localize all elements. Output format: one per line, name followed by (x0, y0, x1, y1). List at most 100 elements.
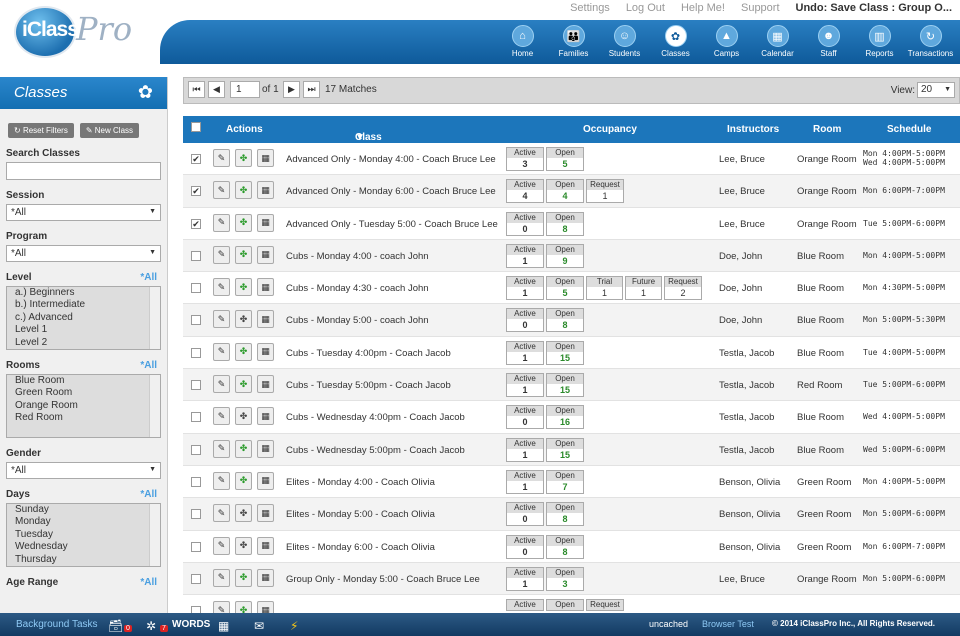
room-option[interactable]: Orange Room (11, 400, 156, 412)
edit-icon[interactable]: ✎ (213, 181, 230, 200)
students-roster-icon[interactable]: ✤ (235, 439, 252, 458)
day-option[interactable]: Sunday (11, 504, 156, 516)
row-checkbox[interactable] (191, 541, 201, 552)
support-link[interactable]: Support (741, 2, 780, 14)
settings-link[interactable]: Settings (570, 2, 610, 14)
search-classes-input[interactable] (6, 162, 161, 180)
class-name[interactable]: Cubs - Wednesday 4:00pm - Coach Jacob (286, 412, 465, 423)
row-checkbox[interactable]: ✔ (191, 218, 201, 229)
row-checkbox[interactable] (191, 509, 201, 520)
class-name[interactable]: Group Only - Monday 5:00 - Coach Bruce L… (286, 574, 480, 585)
row-checkbox[interactable] (191, 283, 201, 294)
row-checkbox[interactable]: ✔ (191, 154, 201, 164)
mail-icon[interactable]: ✉ (254, 619, 272, 635)
row-checkbox[interactable] (191, 412, 201, 423)
calendar-icon[interactable]: ▦ (257, 407, 274, 426)
row-checkbox[interactable] (191, 476, 201, 487)
level-option[interactable]: Level 1 (11, 324, 156, 336)
level-option[interactable]: c.) Advanced (11, 312, 156, 324)
calendar-icon[interactable]: ▦ (257, 536, 274, 555)
scrollbar[interactable] (149, 287, 160, 349)
words-link[interactable]: WORDS (172, 619, 210, 630)
row-checkbox[interactable] (191, 315, 201, 326)
day-option[interactable]: Monday (11, 516, 156, 528)
undo-link[interactable]: Undo: Save Class : Group O... (796, 2, 952, 14)
new-class-button[interactable]: ✎ New Class (79, 123, 140, 138)
page-input[interactable]: 1 (230, 81, 260, 98)
level-option[interactable]: Level 2 (11, 337, 156, 349)
app-logo[interactable]: iClass Pro (14, 4, 164, 62)
students-roster-icon[interactable]: ✤ (235, 310, 252, 329)
students-roster-icon[interactable]: ✤ (235, 213, 252, 232)
level-option[interactable]: a.) Beginners (11, 287, 156, 299)
last-page-icon[interactable]: ⏭ (303, 81, 320, 98)
calendar-icon[interactable]: ▦ (257, 149, 274, 167)
edit-icon[interactable]: ✎ (213, 342, 230, 361)
first-page-icon[interactable]: ⏮ (188, 81, 205, 98)
help-link[interactable]: Help Me! (681, 2, 725, 14)
nav-classes[interactable]: ✿ Classes (650, 20, 701, 58)
students-roster-icon[interactable]: ✤ (235, 407, 252, 426)
edit-icon[interactable]: ✎ (213, 245, 230, 264)
calendar-icon[interactable]: ▦ (257, 439, 274, 458)
students-roster-icon[interactable]: ✤ (235, 504, 252, 523)
calendar-icon[interactable]: ▦ (257, 310, 274, 329)
level-list[interactable]: a.) Beginners b.) Intermediate c.) Advance… (6, 286, 161, 350)
edit-icon[interactable]: ✎ (213, 536, 230, 555)
scrollbar[interactable] (149, 375, 160, 437)
calendar-icon[interactable]: ▦ (257, 375, 274, 394)
room-option[interactable]: Green Room (11, 387, 156, 399)
edit-icon[interactable]: ✎ (213, 278, 230, 297)
view-select[interactable]: 20 ▼ (917, 82, 955, 98)
edit-icon[interactable]: ✎ (213, 568, 230, 587)
edit-icon[interactable]: ✎ (213, 407, 230, 426)
logout-link[interactable]: Log Out (626, 2, 665, 14)
nav-staff[interactable]: ☻ Staff (803, 20, 854, 58)
gender-select[interactable]: *All ▼ (6, 462, 161, 479)
scrollbar[interactable] (149, 504, 160, 566)
class-name[interactable]: Cubs - Tuesday 5:00pm - Coach Jacob (286, 380, 451, 391)
nav-families[interactable]: 👪 Families (548, 20, 599, 58)
calendar-grid-icon[interactable]: ▦ (218, 619, 236, 635)
students-roster-icon[interactable]: ✤ (235, 536, 252, 555)
class-name[interactable]: Advanced Only - Monday 6:00 - Coach Bruc… (286, 186, 496, 197)
calendar-icon[interactable]: ▦ (257, 471, 274, 490)
row-checkbox[interactable] (191, 380, 201, 391)
class-name[interactable]: Cubs - Monday 5:00 - coach John (286, 315, 429, 326)
students-roster-icon[interactable]: ✤ (235, 181, 252, 200)
calendar-icon[interactable]: ▦ (257, 213, 274, 232)
nav-home[interactable]: ⌂ Home (497, 20, 548, 58)
age-all-link[interactable]: *All (140, 577, 157, 588)
students-roster-icon[interactable]: ✤ (235, 568, 252, 587)
calendar-icon[interactable]: ▦ (257, 504, 274, 523)
class-name[interactable]: Elites - Monday 6:00 - Coach Olivia (286, 542, 435, 553)
rooms-all-link[interactable]: *All (140, 360, 157, 371)
calendar-icon[interactable]: ▦ (257, 568, 274, 587)
prev-page-icon[interactable]: ◀ (208, 81, 225, 98)
days-list[interactable]: Sunday Monday Tuesday Wednesday Thursday (6, 503, 161, 567)
level-all-link[interactable]: *All (140, 272, 157, 283)
edit-icon[interactable]: ✎ (213, 310, 230, 329)
calendar-icon[interactable]: ▦ (257, 181, 274, 200)
session-select[interactable]: *All ▼ (6, 204, 161, 221)
students-roster-icon[interactable]: ✤ (235, 245, 252, 264)
browser-test-link[interactable]: Browser Test (702, 619, 754, 629)
day-option[interactable]: Thursday (11, 554, 156, 566)
calendar-icon[interactable]: ▦ (257, 245, 274, 264)
nav-transactions[interactable]: ↻ Transactions (905, 20, 956, 58)
class-name[interactable]: Cubs - Tuesday 4:00pm - Coach Jacob (286, 348, 451, 359)
edit-icon[interactable]: ✎ (213, 439, 230, 458)
students-roster-icon[interactable]: ✤ (235, 342, 252, 361)
calendar-icon[interactable]: ▦ (257, 342, 274, 361)
edit-icon[interactable]: ✎ (213, 213, 230, 232)
class-name[interactable]: Advanced Only - Monday 4:00 - Coach Bruc… (286, 154, 496, 165)
level-option[interactable]: b.) Intermediate (11, 299, 156, 311)
class-name[interactable]: Elites - Monday 5:00 - Coach Olivia (286, 509, 435, 520)
class-name[interactable]: Cubs - Monday 4:30 - coach John (286, 283, 429, 294)
background-tasks-link[interactable]: Background Tasks (16, 619, 98, 630)
nav-camps[interactable]: ▲ Camps (701, 20, 752, 58)
nav-calendar[interactable]: ▦ Calendar (752, 20, 803, 58)
room-option[interactable]: Blue Room (11, 375, 156, 387)
nav-reports[interactable]: ▥ Reports (854, 20, 905, 58)
students-roster-icon[interactable]: ✤ (235, 278, 252, 297)
